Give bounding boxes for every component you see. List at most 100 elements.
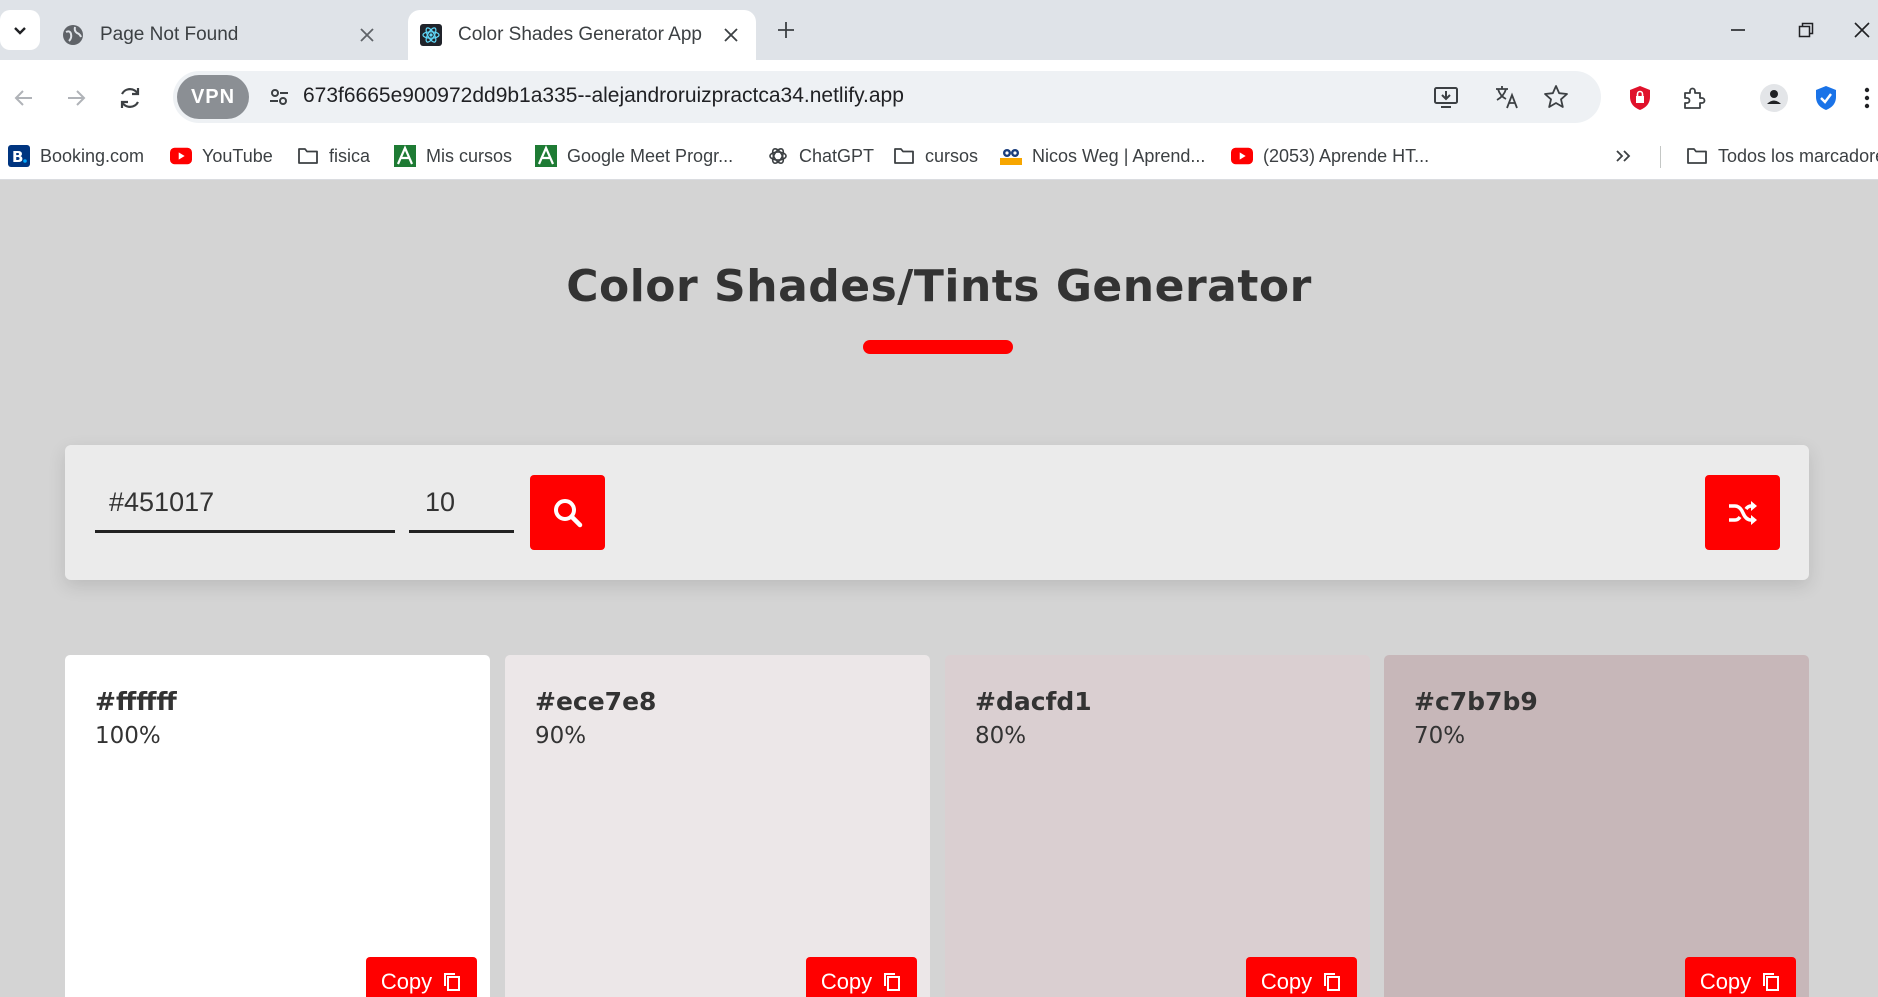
close-icon[interactable] xyxy=(352,20,382,50)
copy-icon xyxy=(1322,971,1342,993)
bookmark-folder-fisica[interactable]: fisica xyxy=(297,134,370,178)
bookmark-label: ChatGPT xyxy=(799,145,875,166)
bookmark-youtube[interactable]: YouTube xyxy=(170,134,273,178)
install-icon xyxy=(1434,87,1458,108)
bookmark-aprende-html[interactable]: (2053) Aprende HT... xyxy=(1231,134,1429,178)
extension-shield[interactable] xyxy=(1806,78,1846,118)
bookmark-label: Todos los marcadores xyxy=(1718,145,1878,166)
close-icon xyxy=(1854,22,1870,38)
globe-icon xyxy=(62,24,84,46)
youtube-icon xyxy=(170,145,192,167)
restore-button[interactable] xyxy=(1778,10,1834,50)
shade-hex: #ffffff xyxy=(95,687,177,716)
dw-icon xyxy=(1000,145,1022,167)
shield-check-icon xyxy=(1816,86,1836,110)
shades-count-input[interactable] xyxy=(409,475,514,533)
bookmark-label: Nicos Weg | Aprend... xyxy=(1032,145,1206,166)
page-title: Color Shades/Tints Generator xyxy=(566,261,1312,312)
copy-button[interactable]: Copy xyxy=(1246,957,1357,997)
copy-button[interactable]: Copy xyxy=(806,957,917,997)
shade-card[interactable]: #dacfd1 80% Copy xyxy=(945,655,1370,997)
copy-label: Copy xyxy=(1699,969,1752,994)
shade-card[interactable]: #ffffff 100% Copy xyxy=(65,655,490,997)
bookmark-label: fisica xyxy=(329,145,371,166)
close-icon[interactable] xyxy=(716,20,746,50)
browser-menu-button[interactable] xyxy=(1856,78,1878,118)
react-icon xyxy=(420,24,442,46)
more-bookmarks-button[interactable] xyxy=(1614,134,1632,178)
tab-title: Page Not Found xyxy=(100,24,239,45)
vpn-button[interactable]: VPN xyxy=(177,75,249,119)
tab-strip: Page Not Found Color Shades Generator Ap… xyxy=(0,0,1878,60)
bookmark-star-button[interactable] xyxy=(1538,79,1574,115)
folder-icon xyxy=(893,145,915,167)
translate-button[interactable] xyxy=(1489,79,1525,115)
bookmark-booking[interactable]: B Booking.com xyxy=(8,134,144,178)
color-form xyxy=(65,445,1809,580)
tab-search-button[interactable] xyxy=(0,10,40,50)
puzzle-icon xyxy=(1684,87,1706,109)
chevron-down-icon xyxy=(14,27,26,35)
profile-icon xyxy=(1760,84,1788,112)
install-app-button[interactable] xyxy=(1428,79,1464,115)
copy-label: Copy xyxy=(1260,969,1313,994)
extension-lock[interactable] xyxy=(1620,78,1660,118)
shade-percent: 100% xyxy=(95,723,161,749)
browser-toolbar: VPN 673f6665e900972dd9b1a335--alejandror… xyxy=(0,60,1878,134)
shade-card[interactable]: #c7b7b9 70% Copy xyxy=(1384,655,1809,997)
bookmark-label: YouTube xyxy=(202,145,273,166)
bookmark-label: Google Meet Progr... xyxy=(567,145,734,166)
shade-hex: #dacfd1 xyxy=(975,687,1092,716)
svg-text:B: B xyxy=(12,148,23,166)
close-window-button[interactable] xyxy=(1846,10,1878,50)
bookmark-folder-cursos[interactable]: cursos xyxy=(893,134,978,178)
bookmark-chatgpt[interactable]: ChatGPT xyxy=(767,134,874,178)
copy-icon xyxy=(882,971,902,993)
generate-button[interactable] xyxy=(530,475,605,550)
tab-color-shades[interactable]: Color Shades Generator App xyxy=(408,10,756,60)
copy-icon xyxy=(1761,971,1781,993)
bookmark-nicos-weg[interactable]: Nicos Weg | Aprend... xyxy=(1000,134,1205,178)
forward-button[interactable] xyxy=(56,78,96,118)
extensions-button[interactable] xyxy=(1674,78,1714,118)
copy-button[interactable]: Copy xyxy=(366,957,477,997)
folder-icon xyxy=(297,145,319,167)
bookmark-google-meet[interactable]: Google Meet Progr... xyxy=(535,134,733,178)
copy-icon xyxy=(442,971,462,993)
copy-button[interactable]: Copy xyxy=(1685,957,1796,997)
bookmark-label: Mis cursos xyxy=(426,145,513,166)
site-info-button[interactable] xyxy=(259,77,299,117)
reload-button[interactable] xyxy=(110,78,150,118)
chatgpt-icon xyxy=(767,145,789,167)
shade-percent: 90% xyxy=(535,723,587,749)
tune-icon xyxy=(270,89,288,105)
random-color-button[interactable] xyxy=(1705,475,1780,550)
tab-title: Color Shades Generator App xyxy=(458,24,702,45)
address-bar[interactable]: VPN 673f6665e900972dd9b1a335--alejandror… xyxy=(173,71,1601,123)
star-icon xyxy=(1544,85,1568,108)
minimize-icon xyxy=(1731,29,1745,31)
bookmarks-divider xyxy=(1660,146,1661,168)
url-text[interactable]: 673f6665e900972dd9b1a335--alejandroruizp… xyxy=(303,84,904,108)
bookmark-label: (2053) Aprende HT... xyxy=(1263,145,1430,166)
booking-icon: B xyxy=(8,145,30,167)
copy-label: Copy xyxy=(380,969,433,994)
shade-card[interactable]: #ece7e8 90% Copy xyxy=(505,655,930,997)
copy-label: Copy xyxy=(820,969,873,994)
plus-icon xyxy=(778,22,794,38)
restore-icon xyxy=(1798,22,1814,38)
new-tab-button[interactable] xyxy=(770,14,802,46)
shade-percent: 80% xyxy=(975,723,1027,749)
minimize-button[interactable] xyxy=(1710,10,1766,50)
title-underline xyxy=(863,340,1013,354)
vpn-label: VPN xyxy=(190,85,236,108)
color-input[interactable] xyxy=(95,475,395,533)
arrow-left-icon xyxy=(14,90,32,106)
profile-button[interactable] xyxy=(1754,78,1794,118)
folder-icon xyxy=(1686,145,1708,167)
youtube-icon xyxy=(1231,145,1253,167)
all-bookmarks-folder[interactable]: Todos los marcadores xyxy=(1686,134,1878,178)
tab-page-not-found[interactable]: Page Not Found xyxy=(52,10,392,60)
back-button[interactable] xyxy=(4,78,44,118)
bookmark-mis-cursos[interactable]: Mis cursos xyxy=(394,134,512,178)
